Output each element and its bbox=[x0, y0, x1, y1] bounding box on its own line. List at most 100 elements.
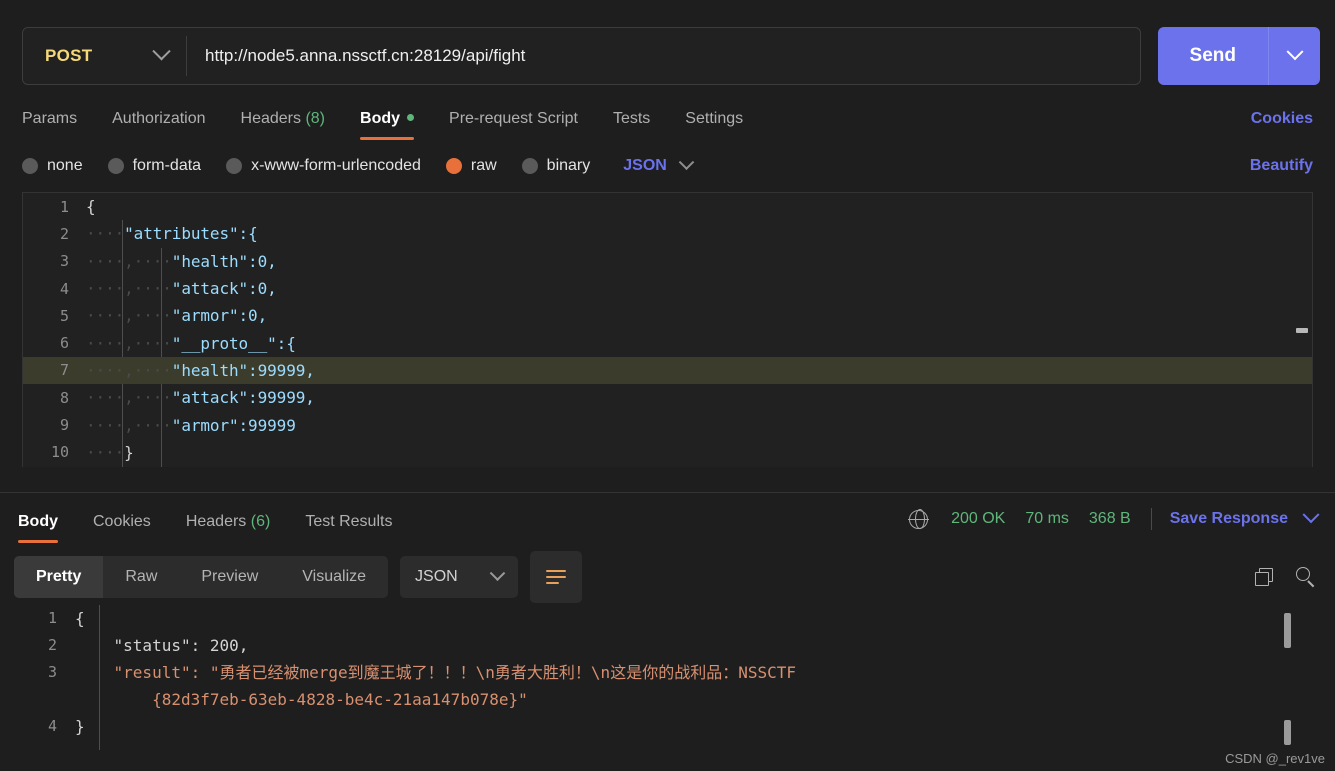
radio-icon bbox=[226, 158, 243, 174]
view-preview[interactable]: Preview bbox=[179, 556, 280, 598]
response-scrollbar-thumb[interactable] bbox=[1284, 613, 1291, 648]
radio-label: raw bbox=[470, 157, 497, 174]
line-content: "attributes":{ bbox=[124, 224, 258, 244]
line-indent: ····,···· bbox=[86, 251, 172, 271]
tab-params[interactable]: Params bbox=[22, 110, 77, 140]
response-tabs: Body Cookies Headers (6) Test Results 20… bbox=[0, 493, 1335, 543]
response-pane: Body Cookies Headers (6) Test Results 20… bbox=[0, 492, 1335, 771]
chevron-down-icon bbox=[152, 42, 171, 61]
line-number: 2 bbox=[59, 224, 69, 243]
response-tab-test-results[interactable]: Test Results bbox=[305, 513, 392, 543]
view-raw[interactable]: Raw bbox=[103, 556, 179, 598]
status-code: 200 OK bbox=[951, 510, 1006, 527]
response-format-dropdown[interactable]: JSON bbox=[400, 556, 519, 598]
line-content: "armor":0, bbox=[171, 306, 268, 326]
line-content: "health":0, bbox=[171, 251, 277, 271]
body-type-selector: none form-data x-www-form-urlencoded raw… bbox=[0, 140, 1335, 192]
tab-label: Body bbox=[18, 513, 58, 530]
save-response-button[interactable]: Save Response bbox=[1170, 510, 1288, 528]
tab-label: Test Results bbox=[305, 513, 393, 530]
line-content: { bbox=[75, 609, 85, 628]
tab-pre-request-script[interactable]: Pre-request Script bbox=[449, 110, 578, 140]
copy-icon[interactable] bbox=[1255, 567, 1274, 587]
line-content: "result": "勇者已经被merge到魔王城了！！！\n勇者大胜利！\n这… bbox=[75, 663, 796, 682]
response-line-wrapped: {82d3f7eb-63eb-4828-be4c-21aa147b078e}" bbox=[0, 686, 1335, 713]
response-format-label: JSON bbox=[415, 568, 458, 585]
line-number: 5 bbox=[59, 306, 69, 325]
send-button[interactable]: Send bbox=[1158, 27, 1268, 85]
editor-line: 2 ···· "attributes":{ bbox=[23, 220, 1312, 247]
line-indent: ····,···· bbox=[86, 360, 172, 380]
line-content: "attack":0, bbox=[171, 279, 277, 299]
response-tab-body[interactable]: Body bbox=[18, 513, 58, 543]
divider bbox=[1150, 508, 1152, 530]
beautify-link[interactable]: Beautify bbox=[1250, 157, 1313, 175]
radio-label: none bbox=[47, 157, 83, 174]
body-type-binary[interactable]: binary bbox=[521, 157, 591, 175]
request-body-editor[interactable]: 1 { 2 ···· "attributes":{ 3 ····,···· "h… bbox=[22, 192, 1313, 467]
response-tab-cookies[interactable]: Cookies bbox=[93, 513, 151, 543]
line-number: 4 bbox=[47, 717, 57, 735]
send-options-dropdown[interactable] bbox=[1269, 27, 1320, 85]
request-tabs: Params Authorization Headers (8) Body Pr… bbox=[0, 93, 1335, 140]
line-number: 10 bbox=[50, 443, 69, 462]
send-button-group: Send bbox=[1157, 26, 1320, 85]
line-number: 4 bbox=[59, 279, 69, 298]
response-status-group: 200 OK 70 ms 368 B Save Response bbox=[908, 506, 1320, 530]
editor-line-active: 7 ····,···· "health":99999, bbox=[23, 356, 1312, 385]
view-pretty[interactable]: Pretty bbox=[14, 556, 104, 598]
tab-tests[interactable]: Tests bbox=[613, 110, 650, 140]
editor-line: 8 ····,···· "attack":99999, bbox=[23, 384, 1312, 411]
tab-label: Authorization bbox=[112, 110, 206, 127]
raw-format-dropdown[interactable]: JSON bbox=[623, 153, 695, 175]
chevron-down-icon[interactable] bbox=[1302, 506, 1320, 524]
response-scrollbar-thumb-secondary[interactable] bbox=[1284, 720, 1291, 745]
response-body-viewer[interactable]: 1 { 2 "status": 200, 3 "result": "勇者已经被m… bbox=[0, 605, 1335, 763]
line-number: 1 bbox=[59, 197, 69, 216]
http-method-label: POST bbox=[45, 45, 93, 65]
tab-label: Cookies bbox=[93, 513, 151, 530]
editor-line: 9 ····,···· "armor":99999 bbox=[23, 411, 1312, 438]
radio-icon bbox=[22, 158, 38, 174]
line-indent: ····,···· bbox=[86, 388, 172, 408]
cookies-link[interactable]: Cookies bbox=[1251, 110, 1313, 128]
radio-icon bbox=[521, 158, 538, 174]
word-wrap-button[interactable] bbox=[530, 551, 583, 603]
response-line: 3 "result": "勇者已经被merge到魔王城了！！！\n勇者大胜利！\… bbox=[0, 659, 1335, 686]
editor-scrollbar-thumb[interactable] bbox=[1296, 328, 1308, 333]
editor-line: 1 { bbox=[23, 193, 1312, 220]
line-content: "attack":99999, bbox=[171, 388, 315, 408]
body-type-none[interactable]: none bbox=[22, 157, 83, 175]
tab-settings[interactable]: Settings bbox=[685, 110, 743, 140]
url-input-group: POST bbox=[22, 26, 1141, 85]
line-content: "health":99999, bbox=[171, 360, 315, 380]
body-type-raw[interactable]: raw bbox=[445, 157, 497, 175]
response-tab-headers[interactable]: Headers (6) bbox=[186, 513, 271, 543]
line-content: "__proto__":{ bbox=[171, 333, 296, 353]
line-content: "armor":99999 bbox=[171, 415, 296, 435]
body-type-form-data[interactable]: form-data bbox=[107, 157, 202, 175]
editor-scrollbar[interactable] bbox=[1296, 196, 1308, 464]
tab-headers[interactable]: Headers (8) bbox=[241, 110, 326, 140]
tab-authorization[interactable]: Authorization bbox=[112, 110, 205, 140]
radio-label: binary bbox=[546, 157, 591, 174]
tab-body[interactable]: Body bbox=[360, 110, 415, 140]
editor-line: 6 ····,···· "__proto__":{ bbox=[23, 329, 1312, 356]
line-indent: ····,···· bbox=[86, 415, 172, 435]
editor-line: 3 ····,···· "health":0, bbox=[23, 248, 1312, 275]
response-line: 1 { bbox=[0, 605, 1335, 632]
editor-line: 4 ····,···· "attack":0, bbox=[23, 275, 1312, 302]
line-indent: ····,···· bbox=[86, 279, 172, 299]
view-visualize[interactable]: Visualize bbox=[280, 556, 388, 598]
search-icon[interactable] bbox=[1296, 566, 1317, 588]
body-type-urlencoded[interactable]: x-www-form-urlencoded bbox=[226, 157, 421, 175]
tab-label: Body bbox=[360, 110, 401, 127]
word-wrap-icon bbox=[546, 569, 567, 585]
url-input[interactable] bbox=[187, 45, 1140, 66]
radio-label: form-data bbox=[132, 157, 202, 174]
line-content: } bbox=[75, 717, 85, 736]
editor-line: 5 ····,···· "armor":0, bbox=[23, 302, 1312, 329]
http-method-dropdown[interactable]: POST bbox=[23, 28, 186, 84]
response-time: 70 ms bbox=[1025, 510, 1069, 527]
line-indent: ···· bbox=[86, 442, 125, 462]
